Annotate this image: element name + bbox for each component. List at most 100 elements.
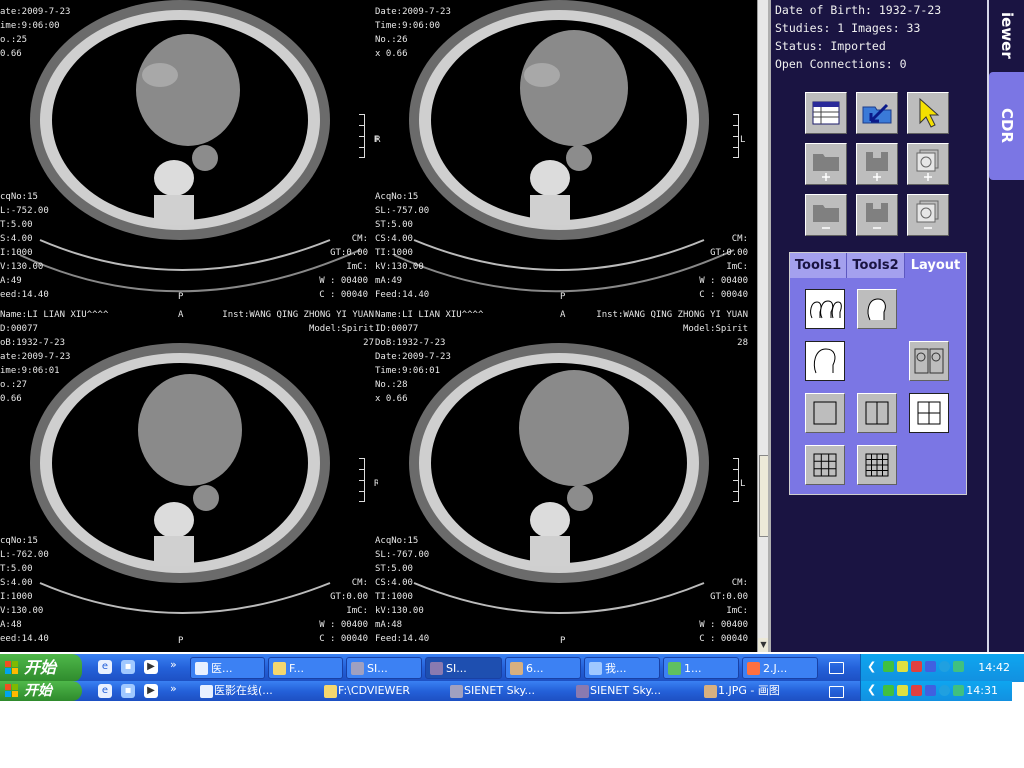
orientation-bottom: P xyxy=(560,636,566,646)
scale-bar xyxy=(730,458,739,502)
task-button[interactable]: 医... xyxy=(190,657,265,679)
date-of-birth: Date of Birth: 1932-7-23 xyxy=(775,3,942,17)
remove-image-button[interactable] xyxy=(907,194,949,236)
partial-image-number: 25 xyxy=(358,0,369,5)
tab-tools2[interactable]: Tools2 xyxy=(847,253,905,278)
study-remove-icon xyxy=(866,203,888,229)
tray-app-icon[interactable] xyxy=(925,661,936,672)
task-button[interactable]: F... xyxy=(268,657,343,679)
study-info: Date of Birth: 1932-7-23 Studies: 1 Imag… xyxy=(775,1,941,73)
tab-cdr[interactable]: CDR xyxy=(989,72,1024,180)
add-study-button[interactable] xyxy=(856,143,898,185)
tray-app-icon[interactable] xyxy=(925,685,936,696)
layout-1x2-button[interactable] xyxy=(857,393,897,433)
layout-head-small-button[interactable] xyxy=(857,289,897,329)
network-icon[interactable] xyxy=(883,661,894,672)
pointer-button[interactable] xyxy=(907,92,949,134)
remove-study-button[interactable] xyxy=(856,194,898,236)
network-icon[interactable] xyxy=(883,685,894,696)
folder-remove-icon xyxy=(813,205,839,229)
import-arrow-icon xyxy=(862,103,892,124)
orientation-bottom: P xyxy=(178,636,184,646)
keyboard-icon[interactable] xyxy=(829,686,844,698)
layout-single-head-button[interactable] xyxy=(805,341,845,381)
tray-expand-icon[interactable]: ❮ xyxy=(867,683,876,696)
tray-app-icon[interactable] xyxy=(953,685,964,696)
ct-image-25[interactable]: ate:2009-7-23 ime:9:06:00 o.:25 0.66 cqN… xyxy=(0,0,378,326)
compare-heads-icon xyxy=(914,348,944,374)
task-button[interactable]: SIENET Sky... xyxy=(572,682,690,700)
windows-logo-icon xyxy=(5,684,18,697)
layout-2x2-button[interactable] xyxy=(909,393,949,433)
image-header-info: Name:LI LIAN XIU^^^^ D:00077 oB:1932-7-2… xyxy=(0,310,109,404)
cursor-icon xyxy=(919,97,940,128)
scale-bar xyxy=(730,114,739,158)
tray-app-icon[interactable] xyxy=(939,661,950,672)
ct-image-27[interactable]: Name:LI LIAN XIU^^^^ D:00077 oB:1932-7-2… xyxy=(0,308,378,652)
remove-folder-button[interactable] xyxy=(805,194,847,236)
task-button[interactable]: 2.J... xyxy=(742,657,818,679)
layout-1x1-button[interactable] xyxy=(805,393,845,433)
keyboard-icon[interactable] xyxy=(829,662,844,674)
head-icon xyxy=(813,348,836,374)
media-quicklaunch-icon[interactable]: ▶ xyxy=(144,684,158,698)
window-level-info: CM: GT:0.00 ImC: W : 00400 C : 00040 xyxy=(699,234,748,300)
tray-app-icon[interactable] xyxy=(897,685,908,696)
task-button[interactable]: 1.JPG - 画图 xyxy=(700,682,820,700)
add-folder-button[interactable] xyxy=(805,143,847,185)
task-button[interactable]: F:\CDVIEWER xyxy=(320,682,438,700)
grid-1x1-icon xyxy=(813,401,837,425)
scale-label: L xyxy=(740,135,746,145)
study-list-button[interactable] xyxy=(805,92,847,134)
task-button[interactable]: SIENET Sky... xyxy=(446,682,564,700)
orientation-right: R xyxy=(375,135,381,145)
image-header-info: ate:2009-7-23 ime:9:06:00 o.:25 0.66 xyxy=(0,7,71,59)
tray-expand-icon[interactable]: ❮ xyxy=(867,660,876,673)
layout-multi-head-button[interactable] xyxy=(805,289,845,329)
layout-4x4-button[interactable] xyxy=(857,445,897,485)
task-button[interactable]: 医影在线(... xyxy=(196,682,314,700)
ie-quicklaunch-icon[interactable]: e xyxy=(98,684,112,698)
tab-tools1[interactable]: Tools1 xyxy=(790,253,847,278)
tab-layout[interactable]: Layout xyxy=(905,253,966,278)
studies-images: Studies: 1 Images: 33 xyxy=(775,21,921,35)
image-viewport[interactable]: ate:2009-7-23 ime:9:06:00 o.:25 0.66 cqN… xyxy=(0,0,757,652)
windows-logo-icon xyxy=(5,661,18,674)
chevron-more-icon[interactable]: » xyxy=(170,682,177,695)
status: Status: Imported xyxy=(775,39,886,53)
ie-quicklaunch-icon[interactable]: e xyxy=(98,660,112,674)
window-level-info: CM: GT:0.00 ImC: W : 00400 C : 00040 xyxy=(699,578,748,644)
grid-3x3-icon xyxy=(813,453,837,477)
acquisition-params: AcqNo:15 SL:-767.00 ST:5.00 CS:4.00 TI:1… xyxy=(375,536,430,644)
chevron-more-icon[interactable]: » xyxy=(170,658,177,671)
layout-3x3-button[interactable] xyxy=(805,445,845,485)
start-button[interactable]: 开始 xyxy=(0,654,82,682)
image-add-icon xyxy=(916,149,939,181)
tray-app-icon[interactable] xyxy=(939,685,950,696)
start-label: 开始 xyxy=(24,658,57,677)
ct-image-28[interactable]: Name:LI LIAN XIU^^^^ ID:00077 DoB:1932-7… xyxy=(374,308,752,652)
tray-app-icon[interactable] xyxy=(897,661,908,672)
layout-compare-button[interactable] xyxy=(909,341,949,381)
import-button[interactable] xyxy=(856,92,898,134)
clock: 14:31 xyxy=(966,684,998,697)
start-button[interactable]: 开始 xyxy=(0,681,82,701)
tab-viewer[interactable]: iewer xyxy=(989,0,1024,70)
add-image-button[interactable] xyxy=(907,143,949,185)
task-button[interactable]: 我... xyxy=(584,657,660,679)
task-button[interactable]: 6... xyxy=(505,657,581,679)
desktop-quicklaunch-icon[interactable]: ▪ xyxy=(121,684,135,698)
desktop-quicklaunch-icon[interactable]: ▪ xyxy=(121,660,135,674)
task-button[interactable]: SI... xyxy=(425,657,502,679)
orientation-top: A xyxy=(560,310,566,320)
media-quicklaunch-icon[interactable]: ▶ xyxy=(144,660,158,674)
tray-app-icon[interactable] xyxy=(911,661,922,672)
grid-2x2-icon xyxy=(917,401,941,425)
ct-image-26[interactable]: Date:2009-7-23 Time:9:06:00 No.:26 x 0.6… xyxy=(374,0,752,326)
institution-info: Inst:WANG QING ZHONG YI YUAN Model:Spiri… xyxy=(596,310,748,348)
taskbar: 开始 e ▪ ▶ » 医影在线(... F:\CDVIEWER SIENET S… xyxy=(0,681,1012,701)
task-button[interactable]: 1... xyxy=(663,657,739,679)
tray-app-icon[interactable] xyxy=(911,685,922,696)
task-button[interactable]: SI... xyxy=(346,657,422,679)
tray-app-icon[interactable] xyxy=(953,661,964,672)
